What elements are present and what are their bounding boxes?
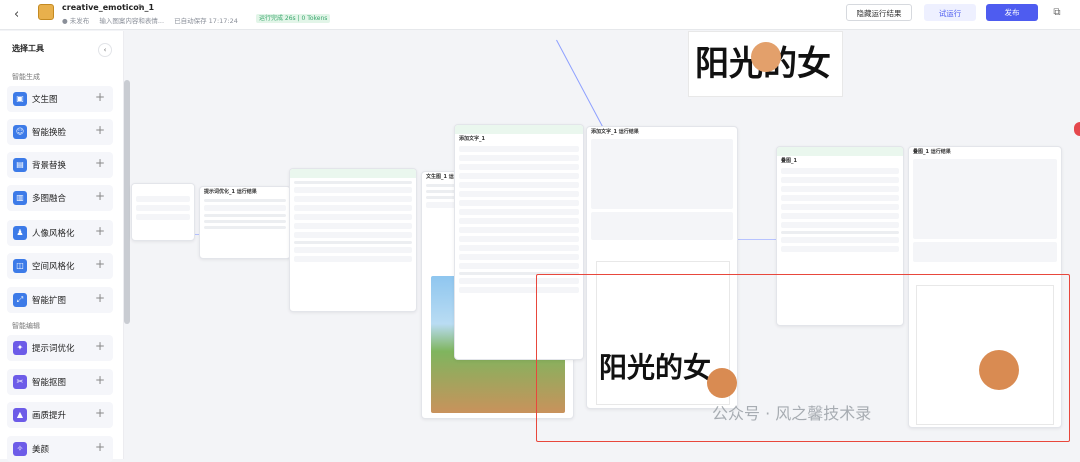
autosave-time: 已自动保存 17:17:24 <box>174 17 238 25</box>
add-icon[interactable]: + <box>95 257 105 271</box>
card-title: 添加文字_1 运行结果 <box>591 129 639 135</box>
tool-label: 提示词优化 <box>32 344 75 354</box>
tool-label: 画质提升 <box>32 411 67 421</box>
add-icon[interactable]: + <box>95 189 105 203</box>
publish-status: ● 未发布 <box>62 17 90 25</box>
tool-beauty[interactable]: ✧ 美颜 + <box>7 436 113 462</box>
app-logo <box>38 4 54 20</box>
section-label: 智能生成 <box>12 73 40 81</box>
node-title: 叠图_1 <box>781 158 797 164</box>
merge-icon: ▥ <box>13 191 27 205</box>
app-description: 输入图案内容和表情... <box>99 17 165 25</box>
sidebar-scrollbar[interactable] <box>124 80 130 324</box>
add-icon[interactable]: + <box>95 291 105 305</box>
tool-prompt-optimize[interactable]: ✦ 提示词优化 + <box>7 335 113 361</box>
tool-label: 多图融合 <box>32 194 67 204</box>
tool-sidebar: 选择工具 ‹ 智能生成 ▣ 文生图 + ☺ 智能换脸 + ▤ 背景替换 + ▥ 多图融合 + ♟… <box>0 31 124 462</box>
tool-label: 智能换脸 <box>32 128 67 138</box>
beauty-icon: ✧ <box>13 442 27 456</box>
background-icon: ▤ <box>13 158 27 172</box>
tool-face-swap[interactable]: ☺ 智能换脸 + <box>7 119 113 145</box>
add-icon[interactable]: + <box>95 440 105 454</box>
publish-button[interactable]: 发布 <box>986 4 1038 21</box>
tool-label: 人像风格化 <box>32 229 75 239</box>
hide-results-button[interactable]: 隐藏运行结果 <box>846 4 912 21</box>
quality-icon: ▲ <box>13 408 27 422</box>
edit-icon[interactable]: ✎ <box>138 3 144 11</box>
top-bar: ‹ creative_emoticon_1 ✎ ● 未发布 输入图案内容和表情.… <box>0 0 1080 30</box>
collapse-icon[interactable]: ‹ <box>98 43 112 57</box>
tool-label: 背景替换 <box>32 161 67 171</box>
tool-cutout[interactable]: ✂ 智能抠图 + <box>7 369 113 395</box>
add-icon[interactable]: + <box>95 406 105 420</box>
tool-label: 智能抠图 <box>32 378 67 388</box>
tool-label: 美颜 <box>32 445 50 455</box>
expand-icon: ⤢ <box>13 293 27 307</box>
face-swap-icon: ☺ <box>13 125 27 139</box>
text-to-image-node[interactable] <box>289 168 417 312</box>
tool-expand[interactable]: ⤢ 智能扩图 + <box>7 287 113 313</box>
notification-dot[interactable] <box>1074 122 1080 136</box>
result-image-top: 阳光的女 <box>688 31 843 97</box>
add-icon[interactable]: + <box>95 156 105 170</box>
app-meta: ● 未发布 输入图案内容和表情... 已自动保存 17:17:24 <box>62 15 246 25</box>
add-icon[interactable]: + <box>95 123 105 137</box>
sidebar-title: 选择工具 <box>12 44 44 53</box>
add-icon[interactable]: + <box>95 373 105 387</box>
add-icon[interactable]: + <box>95 224 105 238</box>
image-icon: ▣ <box>13 92 27 106</box>
card-title: 提示词优化_1 运行结果 <box>204 189 257 195</box>
add-icon[interactable]: + <box>95 90 105 104</box>
node-title: 添加文字_1 <box>459 136 485 142</box>
card-title: 叠图_1 运行结果 <box>913 149 951 155</box>
test-run-button[interactable]: 试运行 <box>924 4 976 21</box>
section-label: 智能编辑 <box>12 322 40 330</box>
cutout-icon: ✂ <box>13 375 27 389</box>
space-icon: ◫ <box>13 259 27 273</box>
tool-multi-merge[interactable]: ▥ 多图融合 + <box>7 185 113 211</box>
back-icon[interactable]: ‹ <box>14 7 19 22</box>
tool-text-to-image[interactable]: ▣ 文生图 + <box>7 86 113 112</box>
prompt-optimize-result-card[interactable]: 提示词优化_1 运行结果 <box>199 186 291 259</box>
tool-quality-up[interactable]: ▲ 画质提升 + <box>7 402 113 428</box>
character-icon <box>751 42 781 72</box>
portrait-icon: ♟ <box>13 226 27 240</box>
add-icon[interactable]: + <box>95 339 105 353</box>
prompt-icon: ✦ <box>13 341 27 355</box>
connector-line <box>737 239 777 240</box>
node-card[interactable] <box>131 183 195 241</box>
tool-space-style[interactable]: ◫ 空间风格化 + <box>7 253 113 279</box>
run-stats-badge: 运行完成 26s | 0 Tokens <box>256 14 331 23</box>
tool-label: 文生图 <box>32 95 58 105</box>
window-icon[interactable]: ⧉ <box>1048 4 1066 21</box>
tool-portrait-style[interactable]: ♟ 人像风格化 + <box>7 220 113 246</box>
watermark: 公众号 · 风之馨技术录 <box>712 404 872 423</box>
tool-label: 智能扩图 <box>32 296 67 306</box>
tool-label: 空间风格化 <box>32 262 75 272</box>
tool-background-replace[interactable]: ▤ 背景替换 + <box>7 152 113 178</box>
